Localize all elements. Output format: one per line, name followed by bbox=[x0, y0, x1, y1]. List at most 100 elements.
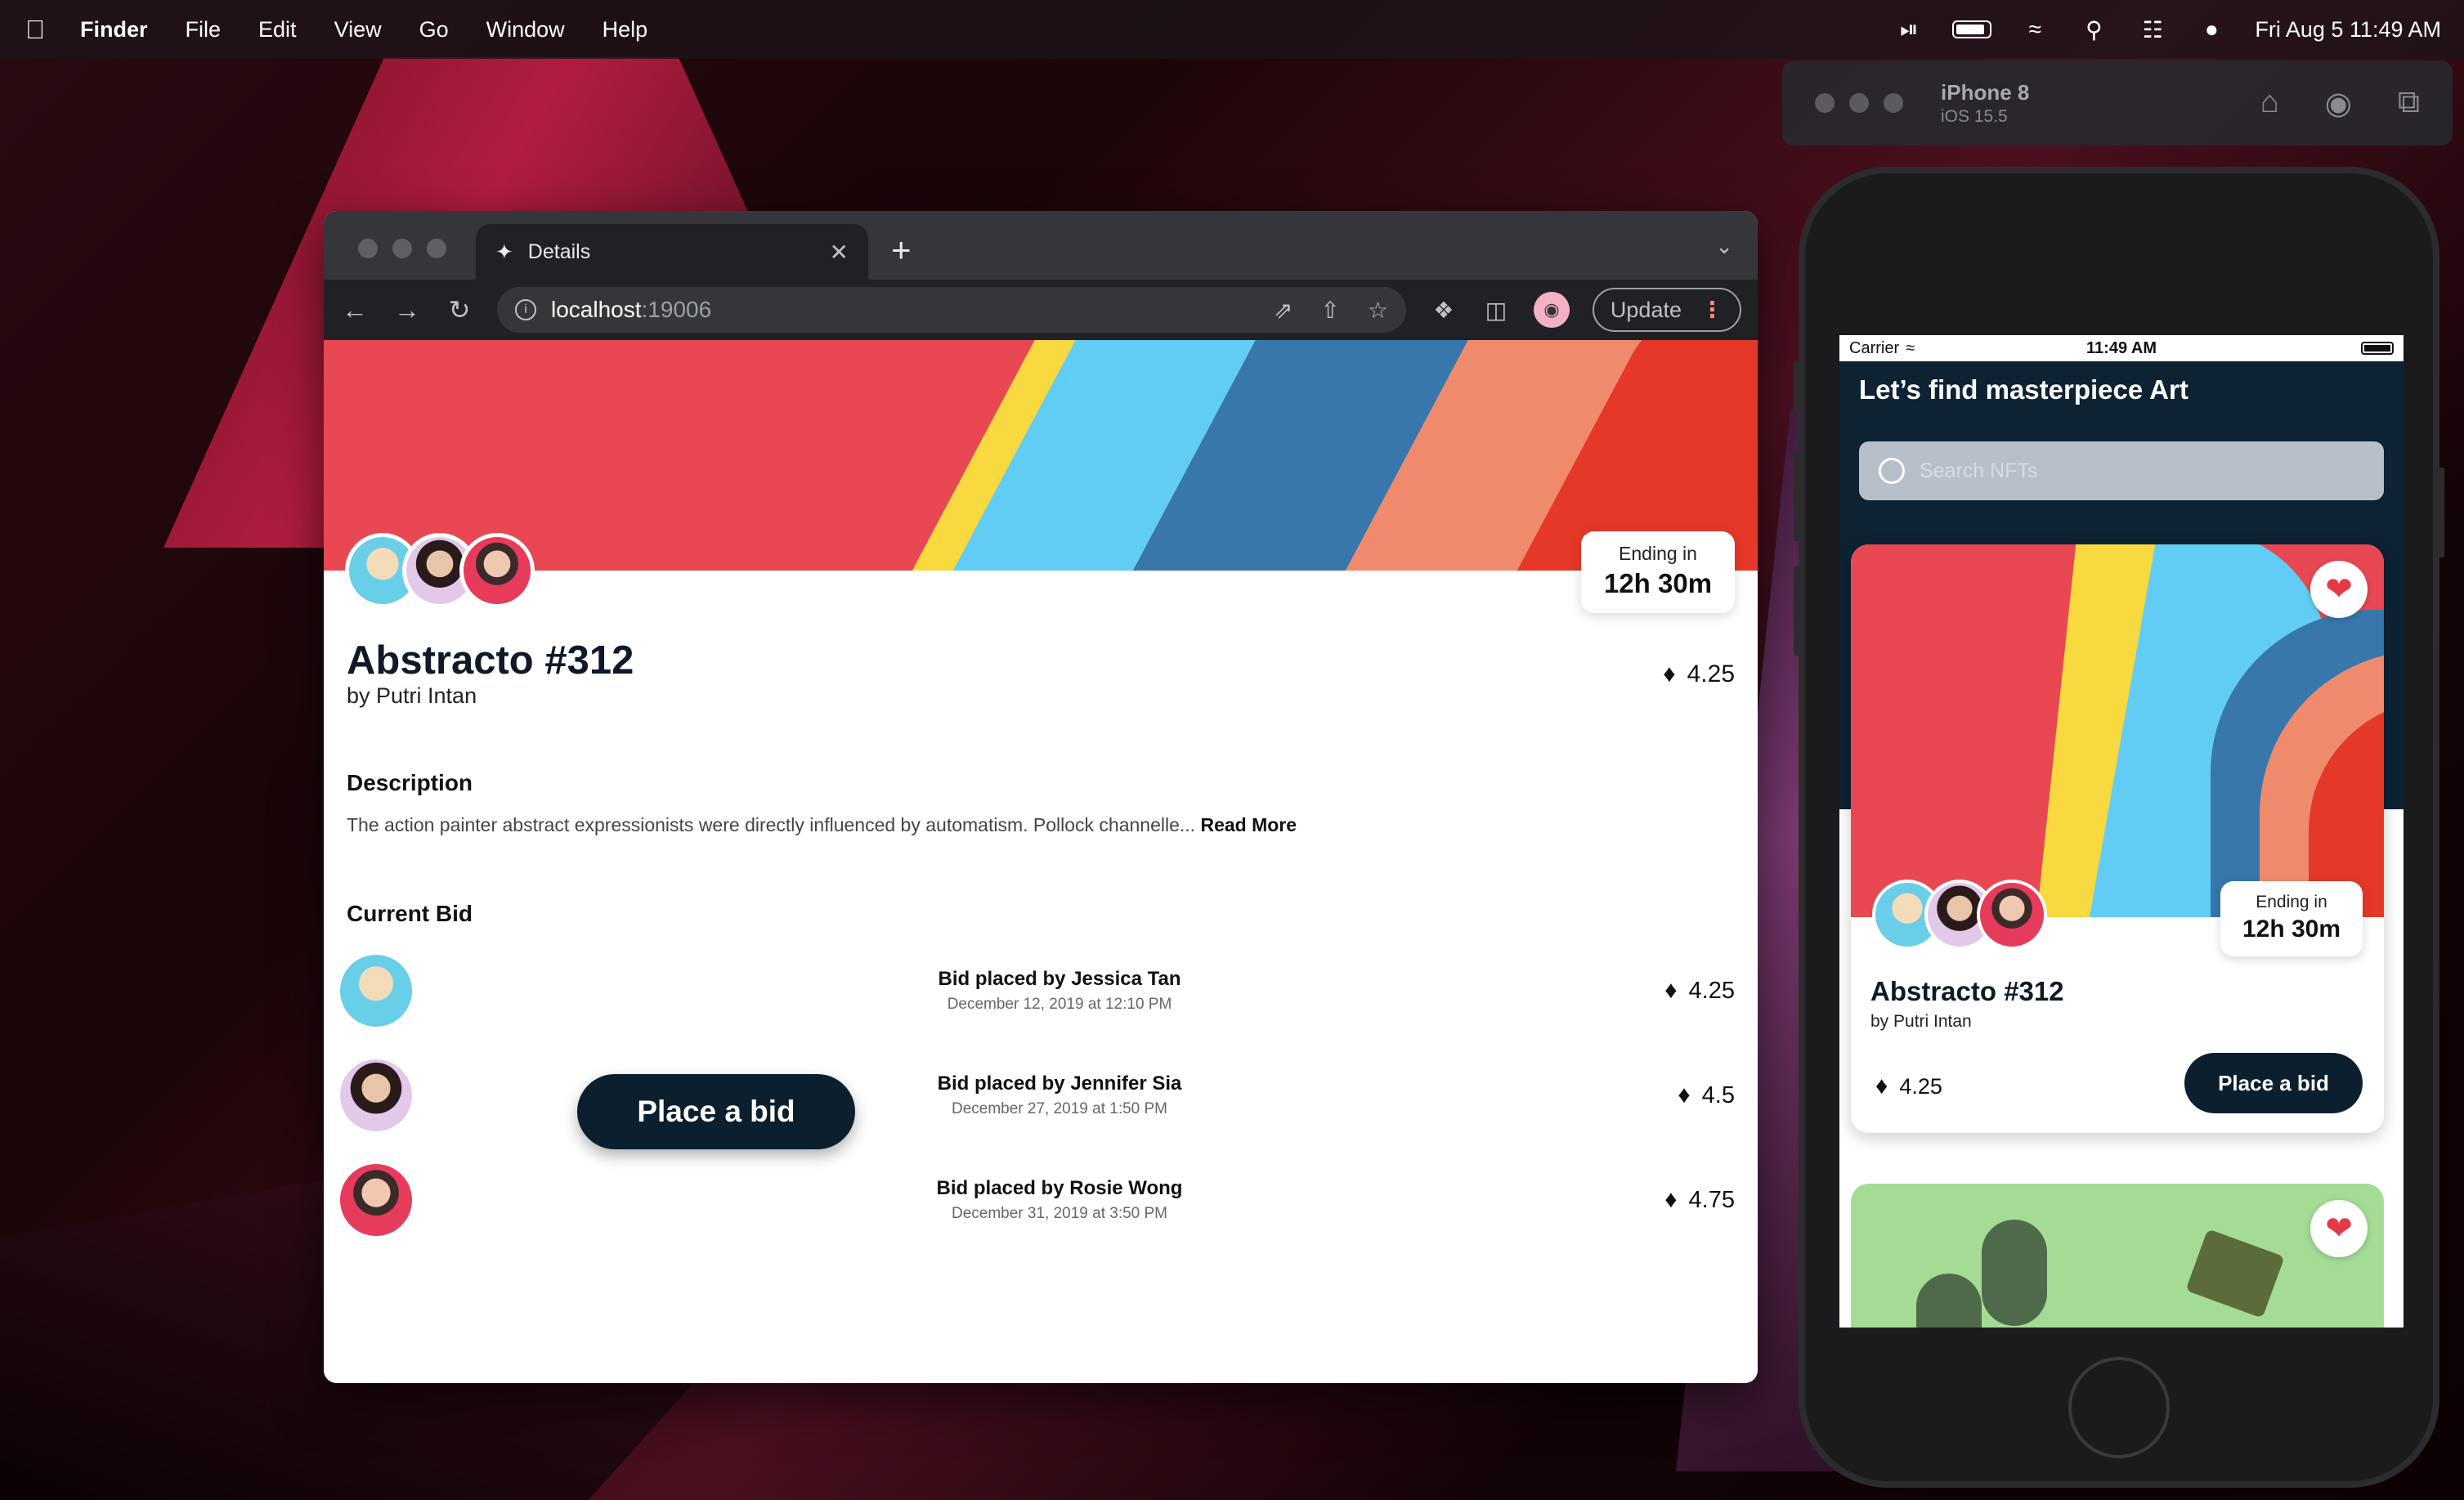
tab-title: Details bbox=[527, 240, 591, 263]
bid-amount: ♦ 4.25 bbox=[1664, 977, 1735, 1004]
screenshot-camera-icon[interactable]: ◉ bbox=[2325, 85, 2352, 122]
spotlight-search-icon[interactable]: ⚲ bbox=[2078, 16, 2109, 43]
phone-screen: Carrier ≈ 11:49 AM Let’s find masterpiec… bbox=[1839, 335, 2404, 1328]
simulator-device-name: iPhone 8 bbox=[1941, 79, 2030, 105]
bid-bidder: Bid placed by Jessica Tan bbox=[938, 968, 1181, 990]
zoom-window-button[interactable] bbox=[1884, 93, 1903, 113]
wifi-icon[interactable]: ≈ bbox=[2019, 16, 2050, 43]
menu-app-name[interactable]: Finder bbox=[80, 17, 148, 43]
minimize-window-button[interactable] bbox=[392, 239, 412, 258]
menu-clock[interactable]: Fri Aug 5 11:49 AM bbox=[2255, 17, 2441, 43]
browser-toolbar: ← → ↻ i localhost:19006 ⇗ ⇧ ☆ ❖ ◫ ◉ Upda… bbox=[324, 280, 1758, 340]
read-more-link[interactable]: Read More bbox=[1200, 814, 1297, 835]
avatar[interactable] bbox=[340, 1059, 412, 1131]
artwork-author: by Putri Intan bbox=[347, 683, 477, 708]
bid-row: Bid placed by Rosie Wong December 31, 20… bbox=[340, 1162, 1741, 1238]
bid-row: Bid placed by Jessica Tan December 12, 2… bbox=[340, 953, 1741, 1028]
home-button[interactable] bbox=[2068, 1357, 2170, 1458]
close-window-button[interactable] bbox=[358, 239, 378, 258]
open-external-icon[interactable]: ⇗ bbox=[1274, 297, 1292, 324]
new-tab-icon[interactable]: + bbox=[891, 231, 912, 270]
ending-badge: Ending in 12h 30m bbox=[1581, 531, 1735, 613]
nft-card-image: ❤ bbox=[1851, 544, 2384, 917]
artwork-title: Abstracto #312 bbox=[347, 638, 634, 683]
share-icon[interactable]: ⇧ bbox=[1320, 297, 1339, 324]
bid-timestamp: December 31, 2019 at 3:50 PM bbox=[951, 1205, 1168, 1222]
heart-icon[interactable]: ❤ bbox=[2310, 561, 2368, 618]
control-center-icon[interactable]: ☷ bbox=[2137, 16, 2168, 43]
heart-icon[interactable]: ❤ bbox=[2310, 1200, 2368, 1257]
simulator-titlebar: iPhone 8 iOS 15.5 ⌂ ◉ ⧉ bbox=[1782, 60, 2453, 146]
ethereum-icon: ♦ bbox=[1875, 1072, 1888, 1099]
forward-arrow-icon[interactable]: → bbox=[392, 295, 422, 325]
owner-avatars bbox=[345, 533, 535, 608]
menu-item-help[interactable]: Help bbox=[603, 17, 648, 43]
apple-icon[interactable]:  bbox=[23, 15, 47, 45]
bid-timestamp: December 27, 2019 at 1:50 PM bbox=[951, 1100, 1168, 1117]
artwork-banner bbox=[324, 340, 1758, 571]
tab-details[interactable]: ✦ Details ✕ bbox=[476, 224, 868, 280]
menu-bar:  Finder File Edit View Go Window Help ⏯… bbox=[0, 0, 2464, 59]
minimize-window-button[interactable] bbox=[1849, 93, 1869, 113]
avatar[interactable] bbox=[340, 1164, 412, 1236]
menu-item-view[interactable]: View bbox=[334, 17, 382, 43]
bid-amount: ♦ 4.5 bbox=[1678, 1081, 1735, 1108]
nft-card[interactable]: ❤ bbox=[1851, 1184, 2384, 1328]
iphone-frame: Carrier ≈ 11:49 AM Let’s find masterpiec… bbox=[1794, 167, 2444, 1488]
menu-item-edit[interactable]: Edit bbox=[258, 17, 297, 43]
home-icon[interactable]: ⌂ bbox=[2260, 85, 2279, 122]
kebab-menu-icon: ⋮ bbox=[1701, 297, 1723, 322]
extensions-puzzle-icon[interactable]: ❖ bbox=[1429, 297, 1458, 324]
card-title: Abstracto #312 bbox=[1870, 976, 2064, 1006]
close-tab-icon[interactable]: ✕ bbox=[830, 239, 849, 266]
card-place-bid-button[interactable]: Place a bid bbox=[2184, 1053, 2363, 1113]
bid-row: Bid placed by Jennifer Sia December 27, … bbox=[340, 1058, 1741, 1133]
ending-badge: Ending in 12h 30m bbox=[2220, 881, 2363, 956]
menu-item-window[interactable]: Window bbox=[486, 17, 565, 43]
zoom-window-button[interactable] bbox=[427, 239, 446, 258]
reload-icon[interactable]: ↻ bbox=[445, 294, 474, 325]
address-url[interactable]: localhost:19006 bbox=[551, 297, 711, 323]
bid-amount: ♦ 4.75 bbox=[1664, 1186, 1735, 1213]
bookmark-star-icon[interactable]: ☆ bbox=[1368, 297, 1388, 324]
tab-strip: ✦ Details ✕ + ⌄ bbox=[324, 211, 1758, 280]
avatar[interactable] bbox=[1977, 880, 2047, 950]
avatar[interactable] bbox=[340, 955, 412, 1027]
address-bar[interactable]: i localhost:19006 ⇗ ⇧ ☆ bbox=[497, 287, 1406, 333]
bid-timestamp: December 12, 2019 at 12:10 PM bbox=[947, 996, 1172, 1013]
card-author: by Putri Intan bbox=[1870, 1012, 1972, 1031]
site-info-icon[interactable]: i bbox=[515, 299, 536, 320]
tab-search-chevron-icon[interactable]: ⌄ bbox=[1715, 234, 1733, 259]
expo-favicon-icon: ✦ bbox=[495, 239, 513, 264]
window-controls bbox=[358, 239, 446, 258]
current-bid-heading: Current Bid bbox=[347, 901, 473, 926]
search-input[interactable]: Search NFTs bbox=[1859, 441, 2384, 500]
menu-item-file[interactable]: File bbox=[186, 17, 222, 43]
ios-status-bar: Carrier ≈ 11:49 AM bbox=[1839, 335, 2404, 361]
menu-item-go[interactable]: Go bbox=[419, 17, 449, 43]
card-price: ♦ 4.25 bbox=[1875, 1072, 1942, 1099]
play-icon[interactable]: ⏯ bbox=[1893, 16, 1924, 43]
ethereum-icon: ♦ bbox=[1678, 1081, 1691, 1108]
details-page: Ending in 12h 30m Abstracto #312 by Putr… bbox=[324, 340, 1758, 1383]
close-window-button[interactable] bbox=[1815, 93, 1835, 113]
browser-window: ✦ Details ✕ + ⌄ ← → ↻ i localhost:19006 … bbox=[324, 211, 1758, 1383]
back-arrow-icon[interactable]: ← bbox=[340, 295, 370, 325]
simulator-os-version: iOS 15.5 bbox=[1941, 106, 2008, 126]
description-heading: Description bbox=[347, 770, 473, 795]
search-icon bbox=[1879, 458, 1905, 484]
bid-bidder: Bid placed by Jennifer Sia bbox=[937, 1072, 1182, 1095]
place-bid-button[interactable]: Place a bid bbox=[577, 1074, 855, 1149]
app-title: Let’s find masterpiece Art bbox=[1859, 374, 2188, 405]
profile-avatar-icon[interactable]: ◉ bbox=[1533, 292, 1570, 328]
side-panel-icon[interactable]: ◫ bbox=[1481, 297, 1511, 324]
update-button[interactable]: Update ⋮ bbox=[1592, 288, 1741, 332]
siri-icon[interactable]: ● bbox=[2196, 16, 2227, 43]
nft-card[interactable]: ❤ Ending in 12h 30m Abstracto #312 by Pu… bbox=[1851, 544, 2384, 1133]
battery-icon bbox=[2361, 342, 2394, 355]
avatar[interactable] bbox=[459, 533, 535, 608]
rotate-icon[interactable]: ⧉ bbox=[2398, 85, 2420, 122]
bid-bidder: Bid placed by Rosie Wong bbox=[936, 1177, 1183, 1199]
battery-icon[interactable] bbox=[1952, 20, 1992, 38]
ethereum-icon: ♦ bbox=[1664, 977, 1678, 1004]
